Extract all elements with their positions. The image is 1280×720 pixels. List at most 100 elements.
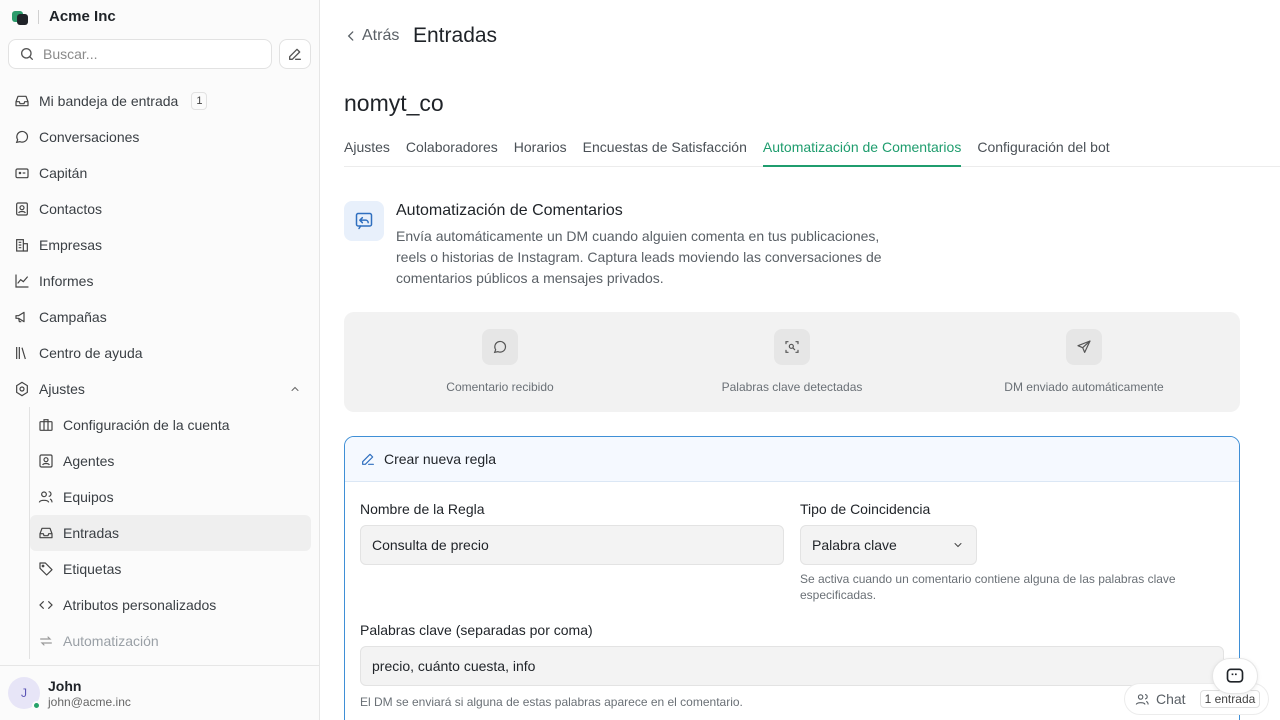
settings-icon	[16, 381, 28, 397]
tab-settings[interactable]: Ajustes	[344, 134, 390, 167]
sidebar-item-label: Agentes	[63, 453, 115, 469]
feature-text: Automatización de Comentarios Envía auto…	[396, 201, 906, 289]
sidebar-item-label: Campañas	[39, 309, 107, 325]
sidebar-item-contacts[interactable]: Contactos	[8, 191, 311, 227]
user-info: John john@acme.inc	[48, 678, 131, 709]
tab-csat[interactable]: Encuestas de Satisfacción	[583, 134, 747, 167]
flow-step-icon-box	[482, 329, 518, 365]
back-button[interactable]: Atrás	[344, 27, 399, 45]
chevron-left-icon	[347, 31, 354, 41]
avatar-initial: J	[21, 686, 27, 700]
sidebar-item-label: Ajustes	[39, 381, 85, 397]
compose-button[interactable]	[279, 39, 311, 69]
online-status-dot	[32, 701, 41, 710]
sidebar-nav: Mi bandeja de entrada 1 Conversaciones C…	[8, 83, 311, 659]
building-icon	[16, 239, 28, 252]
back-label: Atrás	[362, 27, 400, 44]
tag-icon	[39, 562, 53, 576]
search-box[interactable]	[8, 39, 272, 69]
match-type-label: Tipo de Coincidencia	[800, 501, 931, 517]
message-reply-icon	[355, 212, 373, 230]
feature-description: Envía automáticamente un DM cuando algui…	[396, 228, 882, 286]
user-menu[interactable]: J John john@acme.inc	[0, 665, 319, 720]
page-title: Entradas	[413, 24, 498, 47]
message-circle-icon	[493, 340, 507, 354]
flow-step-dm-sent: DM enviado automáticamente	[984, 329, 1184, 394]
sidebar-item-label: Atributos personalizados	[63, 597, 217, 613]
sidebar-item-custom-attributes[interactable]: Atributos personalizados	[30, 587, 311, 623]
sidebar-item-labels[interactable]: Etiquetas	[30, 551, 311, 587]
rule-name-label: Nombre de la Regla	[360, 501, 485, 517]
user-name: John	[48, 677, 82, 694]
rule-name-input[interactable]	[360, 525, 784, 565]
code-icon	[39, 601, 53, 609]
sidebar-item-agents[interactable]: Agentes	[30, 443, 311, 479]
user-square-icon	[39, 454, 53, 468]
sidebar-item-label: Empresas	[39, 237, 103, 253]
tab-comment-automation[interactable]: Automatización de Comentarios	[762, 134, 962, 167]
sidebar-item-inboxes[interactable]: Entradas	[30, 515, 311, 551]
sidebar-item-label: Informes	[39, 273, 94, 289]
user-email: john@acme.inc	[48, 694, 131, 709]
unread-badge: 1	[191, 92, 208, 110]
feature-intro: Automatización de Comentarios Envía auto…	[344, 201, 906, 289]
feature-title: Automatización de Comentarios	[396, 202, 623, 219]
inbox-name: nomyt_co	[344, 90, 444, 116]
sidebar-item-label: Capitán	[39, 165, 88, 181]
flow-step-label: Palabras clave detectadas	[721, 380, 863, 394]
chat-bubble-icon	[1226, 668, 1244, 683]
sidebar-item-companies[interactable]: Empresas	[8, 227, 311, 263]
sidebar-item-teams[interactable]: Equipos	[30, 479, 311, 515]
sidebar-item-reports[interactable]: Informes	[8, 263, 311, 299]
chat-launcher-button[interactable]	[1212, 658, 1258, 694]
keywords-input[interactable]	[360, 646, 1224, 686]
create-rule-title: Crear nueva regla	[384, 451, 497, 467]
sidebar-item-settings[interactable]: Ajustes	[8, 371, 311, 407]
library-icon	[16, 347, 26, 360]
inbox-tabs: Ajustes Colaboradores Horarios Encuestas…	[344, 134, 1280, 167]
match-type-hint: Se activa cuando un comentario contiene …	[800, 572, 1176, 602]
chevron-up-icon[interactable]	[289, 383, 301, 395]
tab-collaborators[interactable]: Colaboradores	[406, 134, 498, 167]
sidebar-item-captain[interactable]: Capitán	[8, 155, 311, 191]
search-input[interactable]	[43, 46, 243, 62]
search-icon	[21, 48, 33, 60]
briefcase-icon	[39, 419, 53, 431]
sidebar-item-label: Conversaciones	[39, 129, 140, 145]
bot-icon	[15, 168, 29, 179]
sidebar-item-label: Entradas	[63, 525, 120, 541]
send-icon	[1077, 340, 1091, 353]
tab-business-hours[interactable]: Horarios	[514, 134, 567, 167]
sidebar: Acme Inc Mi bandeja de entrada 1 Convers…	[0, 0, 320, 720]
match-type-value: Palabra clave	[812, 537, 897, 553]
sidebar-item-account-settings[interactable]: Configuración de la cuenta	[30, 407, 311, 443]
create-rule-header: Crear nueva regla	[345, 437, 1239, 482]
tab-bot-configuration[interactable]: Configuración del bot	[977, 134, 1109, 167]
sidebar-item-automation[interactable]: Automatización	[30, 623, 311, 659]
megaphone-icon	[15, 311, 25, 323]
sidebar-item-label: Configuración de la cuenta	[63, 417, 230, 433]
chat-widget-label: Chat	[1156, 691, 1186, 707]
acme-logo	[12, 9, 28, 25]
sidebar-item-my-inbox[interactable]: Mi bandeja de entrada 1	[8, 83, 311, 119]
sidebar-item-help-center[interactable]: Centro de ayuda	[8, 335, 311, 371]
sidebar-item-label: Equipos	[63, 489, 114, 505]
pencil-icon	[362, 453, 374, 465]
settings-submenu: Configuración de la cuenta Agentes Equip…	[29, 407, 311, 659]
match-type-select[interactable]: Palabra clave	[800, 525, 977, 565]
feature-icon-box	[344, 201, 384, 241]
sidebar-item-label: Centro de ayuda	[39, 345, 143, 361]
users-icon	[1135, 693, 1149, 705]
line-chart-icon	[15, 274, 29, 288]
workspace-switcher[interactable]: Acme Inc	[12, 8, 116, 25]
users-icon	[38, 491, 53, 503]
sidebar-item-label: Mi bandeja de entrada	[39, 93, 179, 109]
sidebar-item-conversations[interactable]: Conversaciones	[8, 119, 311, 155]
automation-flow: Comentario recibido Palabras clave detec…	[344, 312, 1240, 412]
sidebar-item-campaigns[interactable]: Campañas	[8, 299, 311, 335]
flow-step-icon-box	[774, 329, 810, 365]
inbox-icon	[39, 527, 53, 539]
inbox-icon	[15, 95, 29, 107]
keywords-label: Palabras clave (separadas por coma)	[360, 622, 593, 638]
sidebar-item-label: Automatización	[63, 633, 159, 649]
